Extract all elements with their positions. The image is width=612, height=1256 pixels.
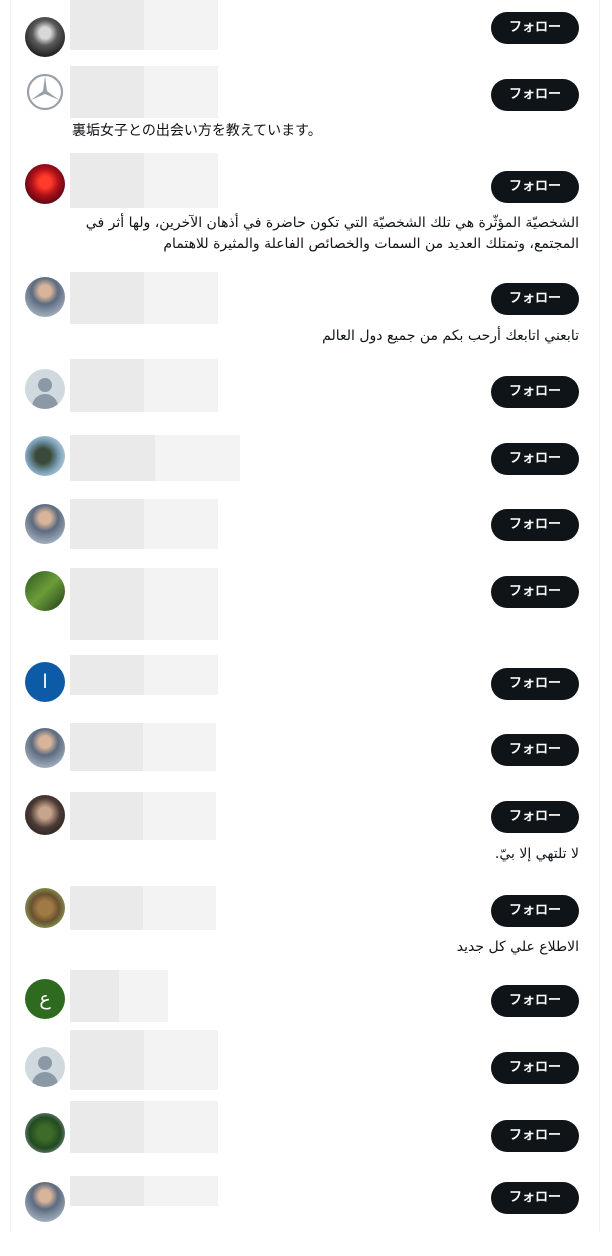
user-bio: لا تلتهي إلا بيّ. (494, 846, 579, 862)
car-logo-avatar[interactable] (25, 72, 65, 112)
couple-photo-avatar[interactable] (25, 795, 65, 835)
user-row[interactable]: フォロー (0, 359, 612, 439)
user-row[interactable]: フォロー تابعني اتابعك أرحب بكم من جميع دول ا… (0, 272, 612, 352)
user-bio: 裏垢女子との出会い方を教えています。 (72, 123, 322, 139)
user-row[interactable]: フォロー (0, 568, 612, 648)
redaction-block (144, 0, 218, 50)
follow-button[interactable]: フォロー (491, 12, 579, 44)
statue-photo-avatar[interactable] (25, 436, 65, 476)
redaction-block (144, 359, 218, 412)
redaction-block (144, 1030, 218, 1090)
redaction-block (144, 1176, 218, 1206)
star-logo-icon (26, 73, 64, 111)
avatar-letter: ا (42, 671, 48, 693)
redaction-block (143, 886, 216, 930)
user-bio: تابعني اتابعك أرحب بكم من جميع دول العال… (322, 328, 579, 344)
redaction-block (70, 359, 144, 412)
letter-avatar[interactable]: ع (25, 979, 65, 1019)
redaction-block (155, 435, 240, 481)
person-photo-avatar[interactable] (25, 504, 65, 544)
redaction-block (119, 970, 168, 1022)
redaction-block (144, 1101, 218, 1153)
letter-avatar[interactable]: ا (25, 662, 65, 702)
follow-button[interactable]: フォロー (491, 734, 579, 766)
follow-button[interactable]: フォロー (491, 283, 579, 315)
redaction-block (144, 272, 218, 324)
user-row[interactable]: フォロー裏垢女子との出会い方を教えています。 (0, 66, 612, 146)
default-user-avatar[interactable] (25, 369, 65, 409)
default-user-avatar[interactable] (25, 1047, 65, 1087)
redaction-block (70, 723, 143, 771)
user-row[interactable]: フォロー (0, 1101, 612, 1181)
redaction-block (70, 0, 144, 50)
redaction-block (144, 499, 218, 549)
person-photo-avatar[interactable] (25, 277, 65, 317)
redaction-block (144, 655, 218, 695)
redaction-block (70, 886, 143, 930)
redaction-block (70, 1101, 144, 1153)
follow-button[interactable]: フォロー (491, 79, 579, 111)
follow-button[interactable]: フォロー (491, 1052, 579, 1084)
follow-button[interactable]: フォロー (491, 576, 579, 608)
user-row[interactable]: フォロー (0, 1176, 612, 1256)
red-rose-avatar[interactable] (25, 164, 65, 204)
redaction-block (144, 66, 218, 118)
plant-photo-avatar[interactable] (25, 1113, 65, 1153)
redaction-block (70, 1030, 144, 1090)
follow-button[interactable]: フォロー (491, 668, 579, 700)
person-photo-avatar[interactable] (25, 1182, 65, 1222)
person-photo-avatar[interactable] (25, 728, 65, 768)
follow-button[interactable]: フォロー (491, 801, 579, 833)
leaf-photo-avatar[interactable] (25, 571, 65, 611)
redaction-block (143, 792, 216, 840)
follow-button[interactable]: フォロー (491, 376, 579, 408)
redaction-block (70, 655, 144, 695)
street-photo-avatar[interactable] (25, 17, 65, 57)
redaction-block (70, 272, 144, 324)
redaction-block (70, 499, 144, 549)
redaction-block (144, 153, 218, 208)
redaction-block (70, 435, 155, 481)
redaction-block (70, 153, 144, 208)
avatar-letter: ع (39, 988, 51, 1010)
redaction-block (144, 568, 218, 640)
redaction-block (70, 970, 119, 1022)
redaction-block (70, 66, 144, 118)
user-row[interactable]: フォロー لا تلتهي إلا بيّ. (0, 792, 612, 872)
lion-photo-avatar[interactable] (25, 888, 65, 928)
user-bio: الشخصيّة المؤثّرة هي تلك الشخصيّة التي ت… (85, 215, 579, 252)
user-row[interactable]: フォロー (0, 0, 612, 72)
redaction-block (70, 1176, 144, 1206)
follow-button[interactable]: フォロー (491, 895, 579, 927)
follow-button[interactable]: フォロー (491, 1182, 579, 1214)
redaction-block (70, 568, 144, 640)
user-row[interactable]: フォロー الاطلاع علي كل جديد (0, 886, 612, 966)
user-bio: الاطلاع علي كل جديد (456, 939, 579, 955)
user-row[interactable]: フォロー (0, 723, 612, 803)
follow-button[interactable]: フォロー (491, 443, 579, 475)
follow-button[interactable]: フォロー (491, 171, 579, 203)
redaction-block (143, 723, 216, 771)
follow-button[interactable]: フォロー (491, 1120, 579, 1152)
redaction-block (70, 792, 143, 840)
follow-button[interactable]: フォロー (491, 509, 579, 541)
user-row[interactable]: フォロー الشخصيّة المؤثّرة هي تلك الشخصيّة ال… (0, 153, 612, 252)
user-row[interactable]: フォロー (0, 499, 612, 579)
follow-button[interactable]: フォロー (491, 985, 579, 1017)
user-row[interactable]: フォロー (0, 1030, 612, 1110)
